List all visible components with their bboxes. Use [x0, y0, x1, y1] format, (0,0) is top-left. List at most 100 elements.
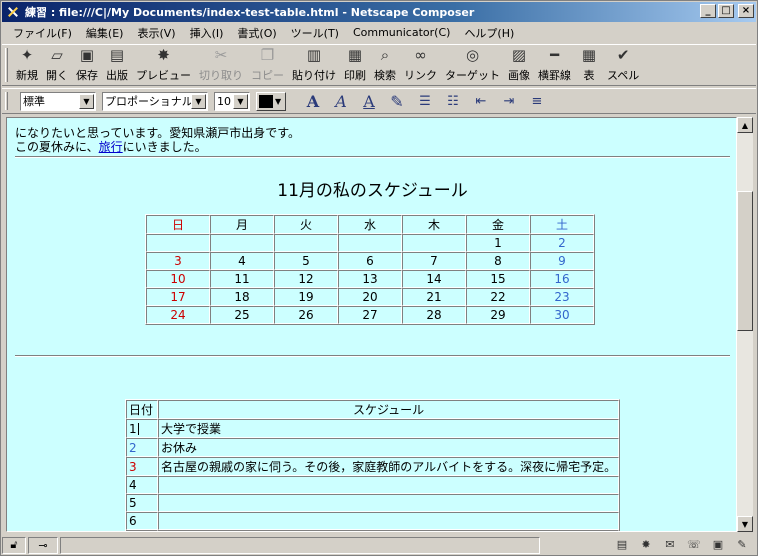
calendar-weekday[interactable]: 水: [338, 215, 402, 234]
schedule-date-cell[interactable]: 7: [126, 530, 158, 531]
navigator-icon[interactable]: ▤: [614, 537, 630, 551]
toolbar-button[interactable]: ▣ 保存: [72, 45, 102, 85]
menu-item[interactable]: ヘルプ(H): [457, 25, 521, 41]
font-select[interactable]: プロポーショナル ▼: [102, 91, 208, 111]
schedule-date-cell[interactable]: 3: [126, 457, 158, 476]
calendar-day-cell[interactable]: 5: [274, 252, 338, 270]
calendar-day-cell[interactable]: 29: [466, 306, 530, 324]
calendar-day-cell[interactable]: 24: [146, 306, 210, 324]
chevron-down-icon[interactable]: ▼: [191, 93, 206, 109]
calendar-weekday[interactable]: 日: [146, 215, 210, 234]
vertical-scrollbar[interactable]: ▲ ▼: [737, 117, 753, 532]
toolbar-button[interactable]: ◎ ターゲット: [441, 45, 504, 85]
toolbar-button[interactable]: ▦ 印刷: [340, 45, 370, 85]
calendar-day-cell[interactable]: 7: [402, 252, 466, 270]
numbered-list-icon[interactable]: ☷: [440, 91, 466, 111]
toolbar-button[interactable]: ▨ 画像: [504, 45, 534, 85]
chevron-down-icon[interactable]: ▼: [79, 93, 94, 109]
calendar-day-cell[interactable]: 18: [210, 288, 274, 306]
calendar-day-cell[interactable]: 8: [466, 252, 530, 270]
decrease-font-size-icon[interactable]: A: [300, 91, 326, 111]
calendar-day-cell[interactable]: [146, 234, 210, 252]
calendar-day-cell[interactable]: 23: [530, 288, 594, 306]
italic-a-icon[interactable]: A: [328, 91, 354, 111]
text-color-button[interactable]: ▼: [256, 91, 286, 111]
menu-item[interactable]: 編集(E): [79, 25, 131, 41]
align-icon[interactable]: ≡: [524, 91, 550, 111]
toolbar-grip[interactable]: [5, 48, 8, 82]
calendar-day-cell[interactable]: 17: [146, 288, 210, 306]
menu-item[interactable]: Communicator(C): [346, 26, 457, 39]
menu-item[interactable]: 書式(O): [230, 25, 283, 41]
calendar-weekday[interactable]: 木: [402, 215, 466, 234]
calendar-day-cell[interactable]: [274, 234, 338, 252]
indent-icon[interactable]: ⇥: [496, 91, 522, 111]
mail-icon[interactable]: ✉: [662, 537, 678, 551]
schedule-date-cell[interactable]: 6: [126, 512, 158, 530]
underline-a-icon[interactable]: A: [356, 91, 382, 111]
toolbar-button[interactable]: ▱ 開く: [42, 45, 72, 85]
calendar-day-cell[interactable]: 16: [530, 270, 594, 288]
scroll-thumb[interactable]: [737, 191, 753, 331]
calendar-day-cell[interactable]: 28: [402, 306, 466, 324]
calendar-day-cell[interactable]: 21: [402, 288, 466, 306]
schedule-text-cell[interactable]: [158, 476, 620, 494]
calendar-day-cell[interactable]: 20: [338, 288, 402, 306]
close-button[interactable]: ×: [738, 4, 754, 18]
editor-area[interactable]: になりたいと思っています。愛知県瀬戸市出身です。 この夏休みに、旅行にいきました…: [6, 117, 737, 532]
calendar-weekday[interactable]: 火: [274, 215, 338, 234]
schedule-text-cell[interactable]: 大学で授業: [158, 419, 620, 438]
travel-link[interactable]: 旅行: [99, 140, 123, 154]
calendar-day-cell[interactable]: 1: [466, 234, 530, 252]
toolbar-button[interactable]: ⌕ 検索: [370, 45, 400, 85]
menu-item[interactable]: 表示(V): [130, 25, 182, 41]
newsgroup-icon[interactable]: ☏: [686, 537, 702, 551]
schedule-header-cell[interactable]: 日付: [126, 400, 158, 419]
calendar-day-cell[interactable]: 11: [210, 270, 274, 288]
calendar-day-cell[interactable]: 15: [466, 270, 530, 288]
toolbar-button[interactable]: ❐ コピー: [247, 45, 288, 85]
composer-pen-icon[interactable]: ✎: [734, 537, 750, 551]
bullet-list-icon[interactable]: ☰: [412, 91, 438, 111]
minimize-button[interactable]: _: [700, 4, 716, 18]
toolbar-button[interactable]: ∞ リンク: [400, 45, 441, 85]
paragraph-style-select[interactable]: 標準 ▼: [20, 91, 96, 111]
composer-app-icon[interactable]: [5, 4, 21, 20]
clear-style-icon[interactable]: ✎: [384, 91, 410, 111]
maximize-button[interactable]: □: [718, 4, 734, 18]
calendar-day-cell[interactable]: 26: [274, 306, 338, 324]
calendar-day-cell[interactable]: 19: [274, 288, 338, 306]
calendar-day-cell[interactable]: 9: [530, 252, 594, 270]
outdent-icon[interactable]: ⇤: [468, 91, 494, 111]
title-bar[interactable]: 練習 : file:///C|/My Documents/index-test-…: [2, 2, 756, 22]
toolbar-button[interactable]: ✦ 新規: [12, 45, 42, 85]
schedule-date-cell[interactable]: 2: [126, 438, 158, 457]
schedule-date-cell[interactable]: 5: [126, 494, 158, 512]
address-book-icon[interactable]: ▣: [710, 537, 726, 551]
font-size-select[interactable]: 10 ▼: [214, 91, 250, 111]
calendar-day-cell[interactable]: 3: [146, 252, 210, 270]
toolbar-button[interactable]: ▤ 出版: [102, 45, 132, 85]
menu-item[interactable]: ツール(T): [284, 25, 346, 41]
schedule-text-cell[interactable]: [158, 512, 620, 530]
scroll-down-button[interactable]: ▼: [737, 516, 753, 532]
calendar-day-cell[interactable]: [338, 234, 402, 252]
calendar-weekday[interactable]: 月: [210, 215, 274, 234]
calendar-day-cell[interactable]: 25: [210, 306, 274, 324]
connection-plug-icon[interactable]: ⊸: [28, 536, 58, 554]
toolbar-button[interactable]: ✔ スペル: [603, 45, 643, 85]
schedule-date-cell[interactable]: 1: [126, 419, 158, 438]
toolbar-button[interactable]: ▦ 表: [575, 45, 603, 85]
menu-item[interactable]: ファイル(F): [6, 25, 79, 41]
toolbar-button[interactable]: ━ 横罫線: [534, 45, 575, 85]
schedule-text-cell[interactable]: 名古屋の親戚の家に伺う。その後，家庭教師のアルバイトをする。深夜に帰宅予定。: [158, 457, 620, 476]
calendar-day-cell[interactable]: 4: [210, 252, 274, 270]
inbox-icon[interactable]: ✸: [638, 537, 654, 551]
menu-item[interactable]: 挿入(I): [183, 25, 231, 41]
calendar-day-cell[interactable]: 2: [530, 234, 594, 252]
calendar-day-cell[interactable]: 10: [146, 270, 210, 288]
scroll-up-button[interactable]: ▲: [737, 117, 753, 133]
calendar-day-cell[interactable]: 12: [274, 270, 338, 288]
security-lock-icon[interactable]: 🔓︎: [2, 536, 26, 554]
calendar-day-cell[interactable]: 6: [338, 252, 402, 270]
